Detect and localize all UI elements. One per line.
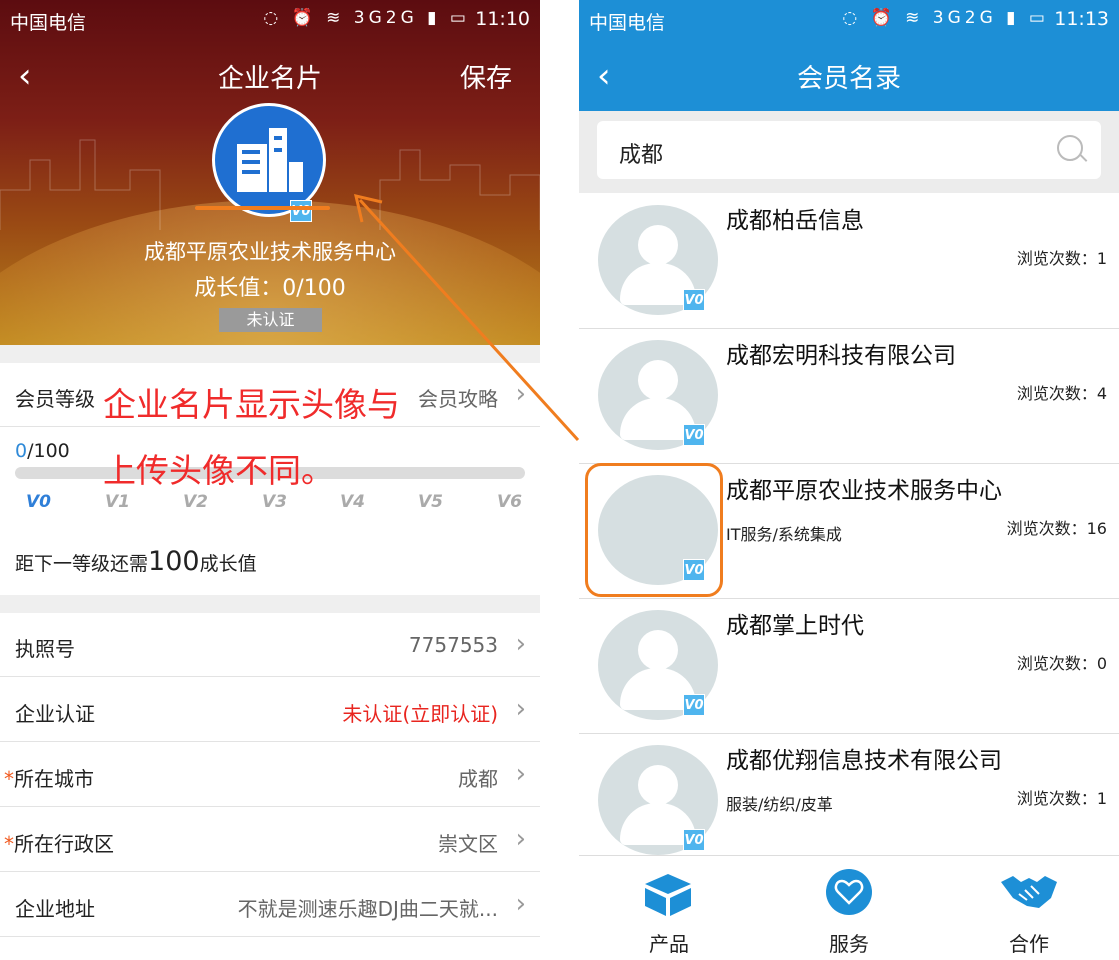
annotation-arrow: [353, 193, 580, 442]
